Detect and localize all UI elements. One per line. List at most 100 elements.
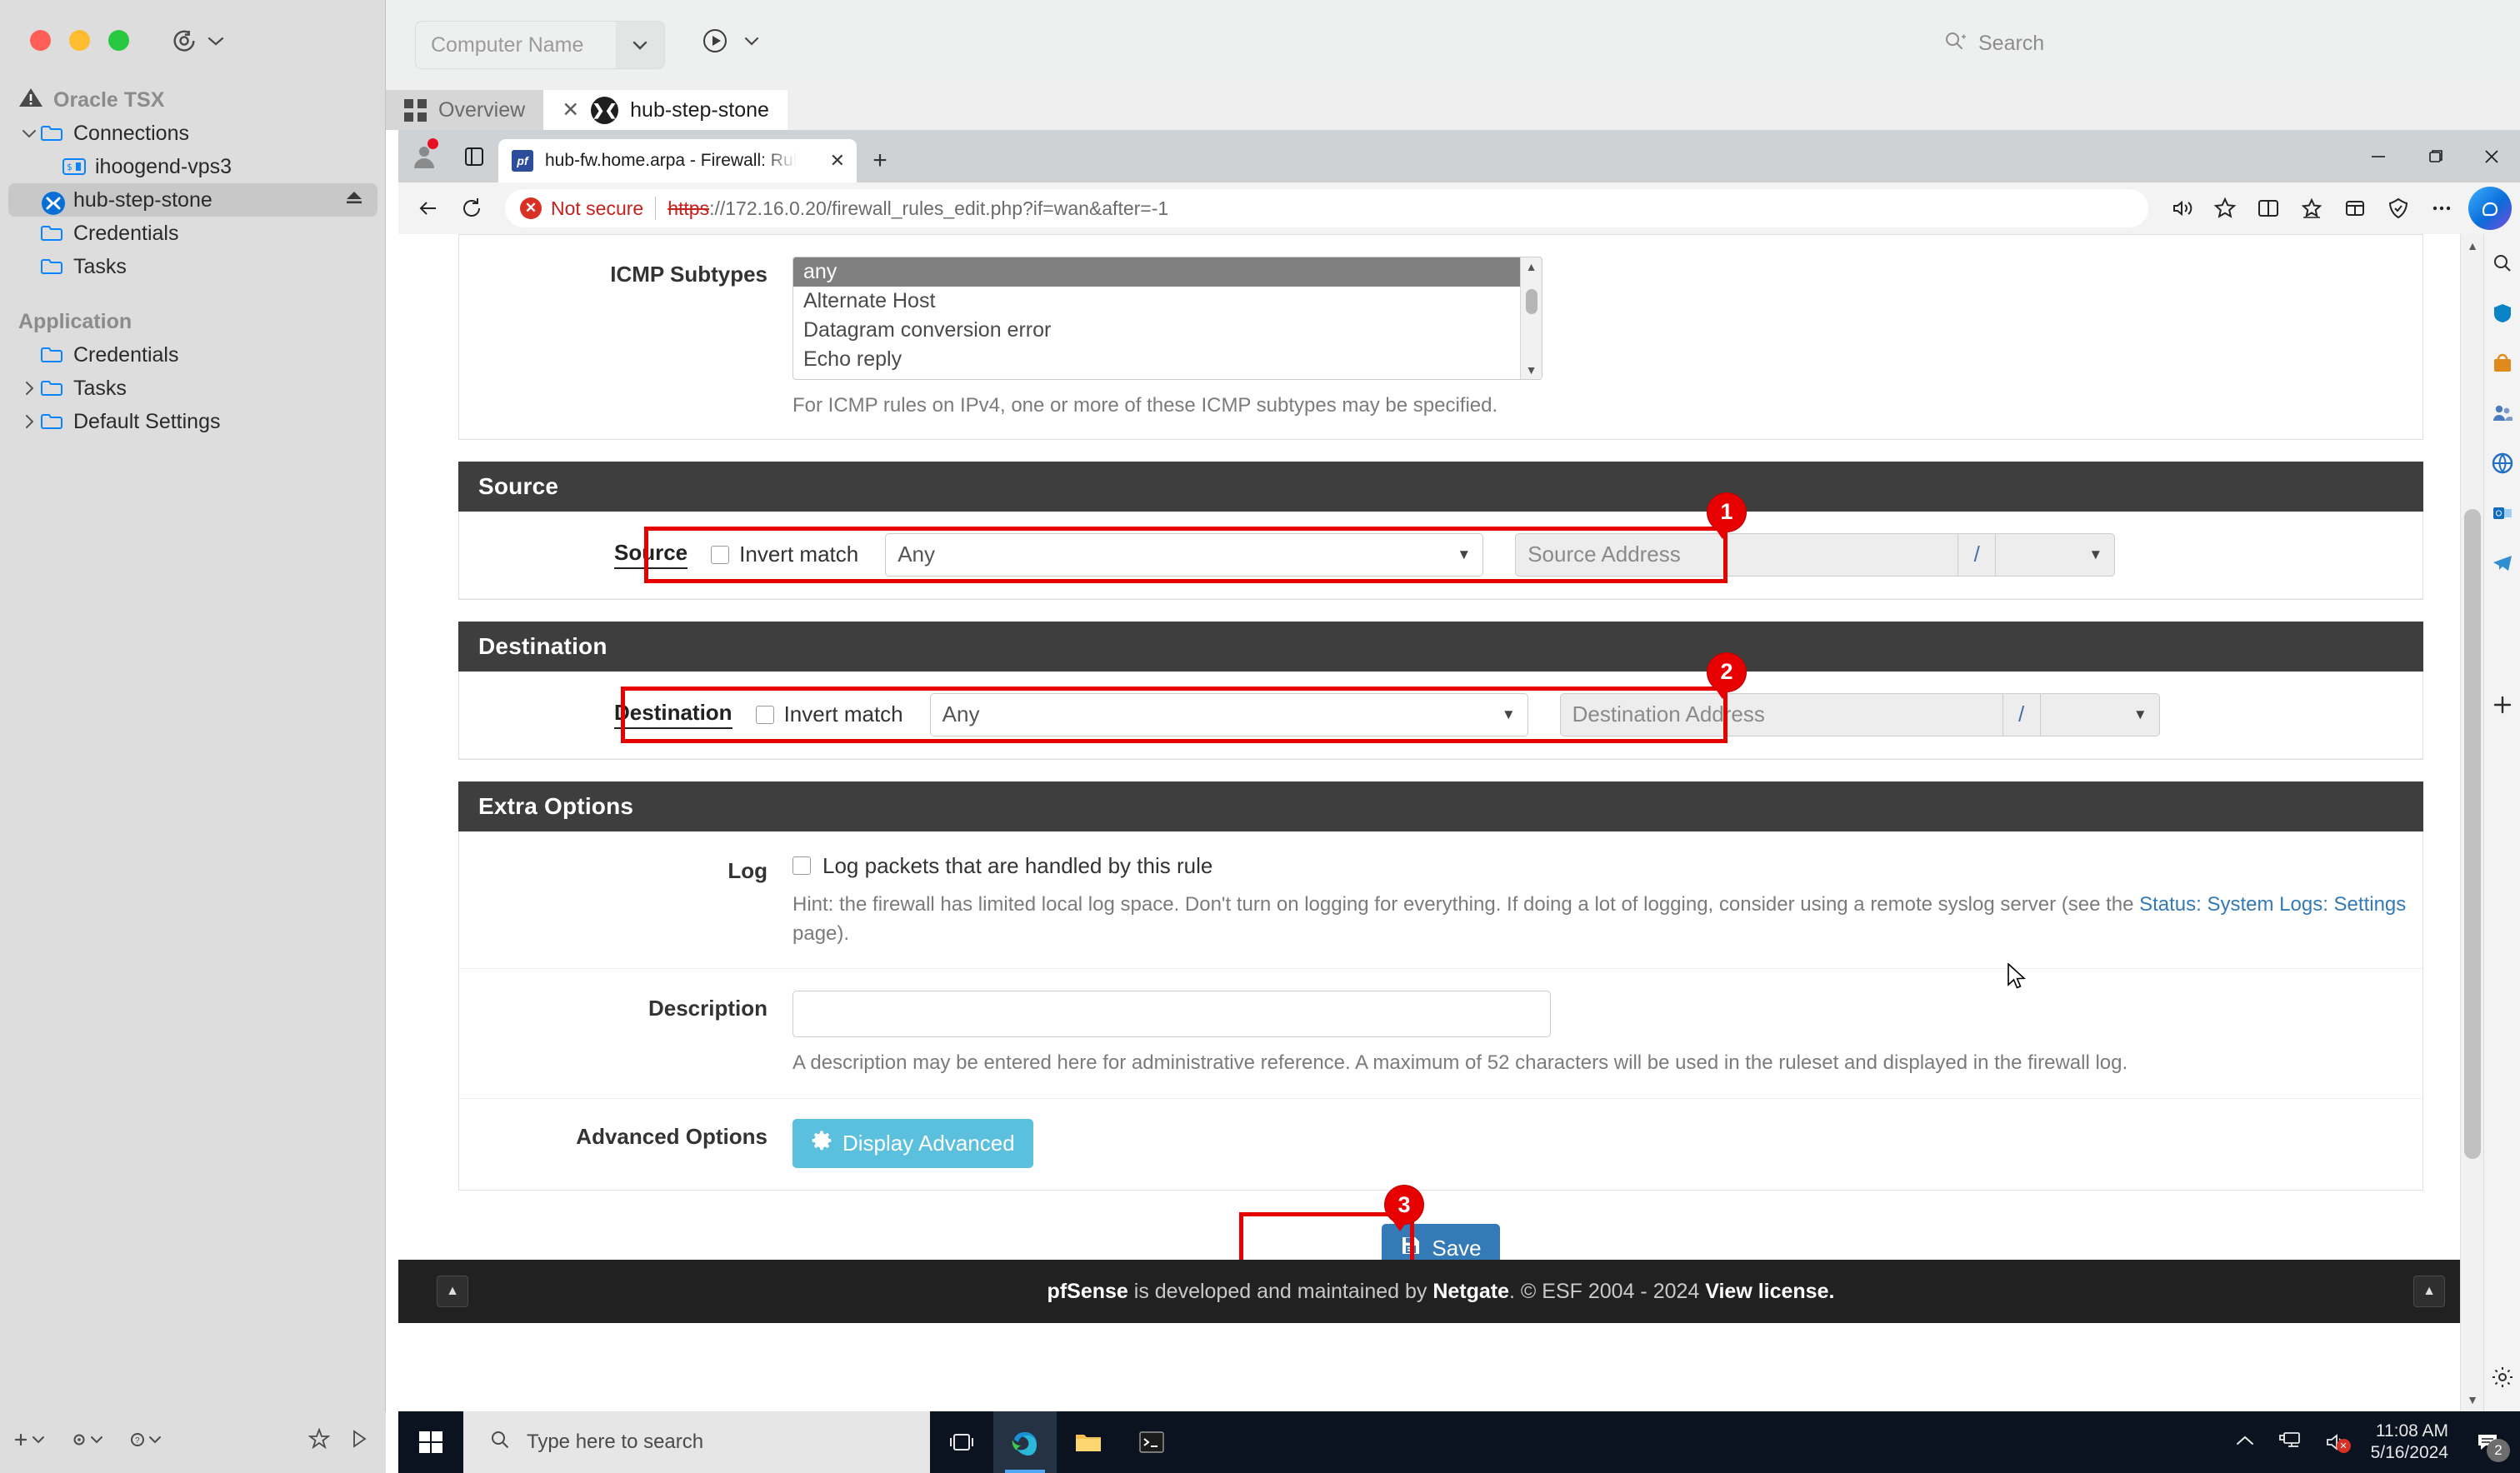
sidebar-item-credentials[interactable]: Credentials (0, 217, 386, 250)
page-scrollbar[interactable]: ▲ ▼ (2460, 234, 2483, 1411)
close-window-button[interactable] (30, 30, 51, 51)
split-screen-icon[interactable] (2247, 188, 2290, 228)
sidebar-item-app-tasks[interactable]: Tasks (0, 372, 386, 405)
description-input[interactable] (792, 991, 1551, 1037)
terminal-icon[interactable] (1120, 1411, 1183, 1473)
read-aloud-icon[interactable] (2160, 188, 2203, 228)
add-connection-button[interactable] (15, 1431, 48, 1453)
network-icon[interactable] (2278, 1430, 2302, 1456)
chevron-up-icon[interactable] (2234, 1433, 2256, 1452)
windows-taskbar[interactable]: Type here to search (398, 1411, 2520, 1473)
sidebar-item-app-credentials[interactable]: Credentials (0, 338, 386, 372)
tab-overview[interactable]: Overview (386, 90, 543, 130)
shield-icon[interactable] (2488, 299, 2517, 327)
scrollbar-thumb[interactable] (1526, 289, 1538, 314)
zoom-window-button[interactable] (108, 30, 129, 51)
scroll-up-icon[interactable]: ▲ (2461, 234, 2484, 257)
window-traffic-lights[interactable] (30, 30, 129, 51)
destination-invert-checkbox[interactable] (756, 706, 774, 724)
star-icon[interactable] (2203, 188, 2247, 228)
search-icon[interactable] (2488, 249, 2517, 277)
destination-address-input[interactable]: Destination Address (1560, 693, 2003, 736)
sidebar-item-connections[interactable]: Connections (0, 117, 386, 150)
computer-name-input[interactable]: Computer Name (416, 33, 616, 57)
url-text[interactable]: https://172.16.0.20/firewall_rules_edit.… (668, 197, 1168, 220)
telegram-icon[interactable] (2488, 549, 2517, 577)
browser-page-viewport[interactable]: ICMP Subtypes any Alternate Host Datagra… (398, 234, 2483, 1411)
scroll-down-icon[interactable]: ▼ (1526, 361, 1538, 379)
source-invert-checkbox[interactable] (711, 546, 729, 564)
refresh-icon[interactable] (450, 188, 493, 228)
back-arrow-icon[interactable] (407, 188, 450, 228)
clock[interactable]: 11:08 AM 5/16/2024 (2371, 1421, 2448, 1465)
windows-search-box[interactable]: Type here to search (463, 1411, 930, 1473)
edge-icon[interactable] (993, 1411, 1057, 1473)
close-icon[interactable]: ✕ (830, 150, 845, 172)
edge-sidebar-rail[interactable]: O (2483, 234, 2520, 1411)
remote-desktop-viewport[interactable]: pf hub-fw.home.arpa - Firewall: Rul ✕ + (398, 130, 2520, 1473)
vertical-tabs-icon[interactable] (450, 130, 498, 182)
task-view-icon[interactable] (930, 1411, 993, 1473)
system-logs-settings-link[interactable]: Status: System Logs: Settings (2139, 893, 2406, 916)
computer-name-combobox[interactable]: Computer Name (415, 21, 665, 69)
footer-collapse-right-button[interactable]: ▲ (2413, 1276, 2445, 1307)
source-type-select[interactable]: Any ▼ (885, 533, 1483, 577)
destination-invert-match[interactable]: Invert match (756, 702, 903, 727)
icmp-option-any[interactable]: any (793, 257, 1542, 287)
people-icon[interactable] (2488, 399, 2517, 427)
sidebar-item-hub-step-stone[interactable]: hub-step-stone (8, 183, 378, 217)
minimize-window-button[interactable] (69, 30, 90, 51)
collections-icon[interactable] (2333, 188, 2377, 228)
help-icon[interactable]: ? (128, 1431, 165, 1454)
office-icon[interactable] (2488, 449, 2517, 477)
new-tab-button[interactable]: + (857, 139, 903, 182)
icmp-option-echo-reply[interactable]: Echo reply (793, 345, 1542, 374)
file-explorer-icon[interactable] (1057, 1411, 1120, 1473)
chevron-right-icon[interactable] (18, 414, 40, 429)
sidebar-tree[interactable]: Oracle TSX Connections $ ihoogend-vps3 (0, 83, 386, 438)
tab-hub-step-stone[interactable]: ✕ ❯❮ hub-step-stone (543, 90, 788, 130)
address-bar[interactable]: ✕ Not secure https://172.16.0.20/firewal… (505, 189, 2148, 227)
gear-icon[interactable] (2488, 1363, 2517, 1391)
icmp-subtypes-select[interactable]: any Alternate Host Datagram conversion e… (792, 257, 1542, 380)
notifications-icon[interactable]: 2 (2470, 1424, 2507, 1461)
play-circle-icon[interactable] (701, 27, 729, 59)
icmp-option-datagram-conversion-error[interactable]: Datagram conversion error (793, 316, 1542, 345)
chevron-down-icon[interactable] (18, 128, 40, 138)
edge-browser-tab[interactable]: pf hub-fw.home.arpa - Firewall: Rul ✕ (498, 139, 857, 182)
footer-view-license-link[interactable]: View license. (1705, 1280, 1834, 1303)
destination-type-select[interactable]: Any ▼ (930, 693, 1528, 736)
source-mask-select[interactable]: ▼ (1995, 533, 2115, 577)
sidebar-item-tasks[interactable]: Tasks (0, 250, 386, 283)
icmp-option-alternate-host[interactable]: Alternate Host (793, 287, 1542, 316)
maximize-icon[interactable] (2407, 130, 2463, 182)
source-address-input[interactable]: Source Address (1515, 533, 1958, 577)
volume-muted-icon[interactable]: ✕ (2324, 1431, 2349, 1453)
play-icon[interactable] (350, 1428, 368, 1455)
connect-button-group[interactable] (701, 27, 761, 59)
gear-icon[interactable] (70, 1431, 107, 1454)
sidebar-item-default-settings[interactable]: Default Settings (0, 405, 386, 438)
not-secure-indicator[interactable]: ✕ Not secure (520, 197, 643, 220)
windows-start-icon[interactable] (398, 1411, 463, 1473)
scroll-down-icon[interactable]: ▼ (2461, 1388, 2484, 1411)
log-checkbox[interactable] (792, 856, 811, 875)
close-icon[interactable] (2463, 130, 2520, 182)
page-scrollbar-thumb[interactable] (2464, 509, 2481, 1159)
system-tray[interactable]: ✕ 11:08 AM 5/16/2024 2 (2234, 1421, 2520, 1465)
chevron-down-icon[interactable] (616, 22, 664, 68)
window-controls[interactable] (2350, 130, 2520, 182)
browser-essentials-icon[interactable] (2377, 188, 2420, 228)
close-icon[interactable]: ✕ (562, 97, 579, 122)
copilot-icon[interactable] (2468, 187, 2512, 230)
sidebar-item-ihoogend-vps3[interactable]: $ ihoogend-vps3 (0, 150, 386, 183)
footer-collapse-left-button[interactable]: ▲ (437, 1276, 468, 1307)
favorites-icon[interactable] (2290, 188, 2333, 228)
mac-search-field[interactable]: Search (1943, 22, 2493, 65)
scroll-up-icon[interactable]: ▲ (1526, 257, 1538, 276)
destination-mask-select[interactable]: ▼ (2040, 693, 2160, 736)
eject-icon[interactable] (344, 189, 364, 211)
minimize-icon[interactable] (2350, 130, 2407, 182)
star-icon[interactable] (308, 1428, 330, 1455)
mac-tab-strip[interactable]: Overview ✕ ❯❮ hub-step-stone (386, 85, 2520, 130)
